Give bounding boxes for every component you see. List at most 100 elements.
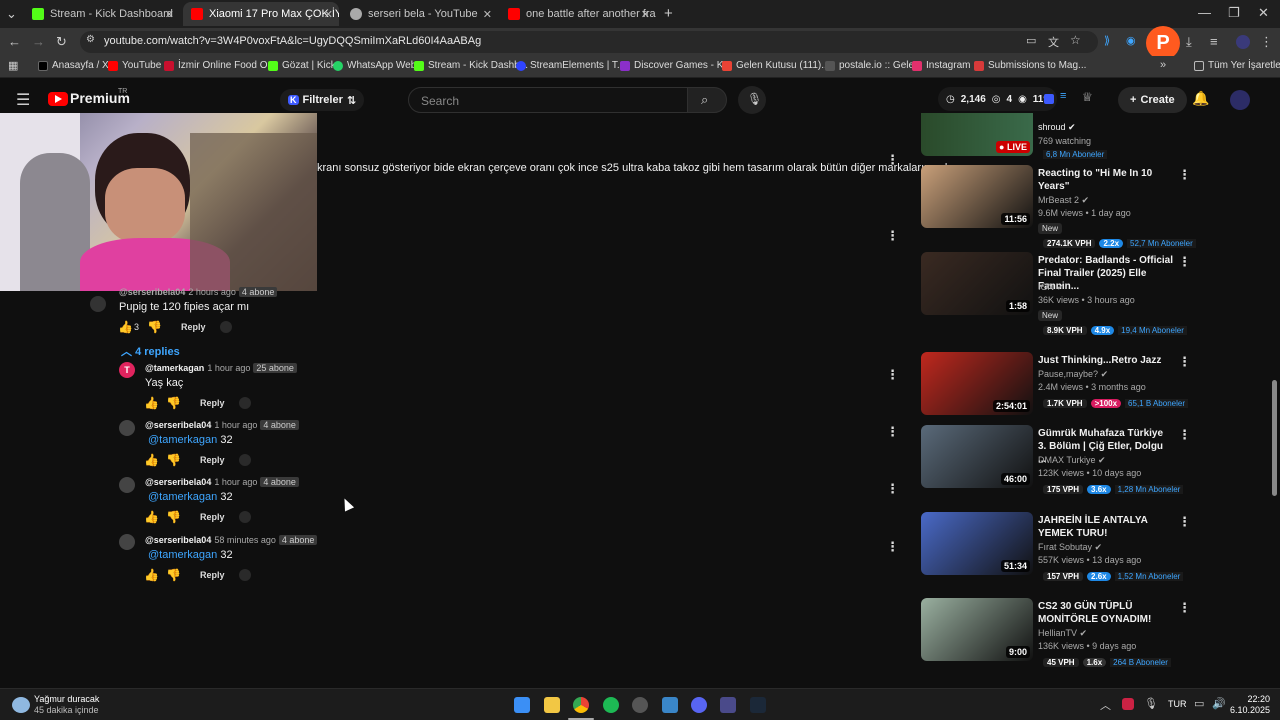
heart-icon[interactable] xyxy=(219,321,232,333)
forward-icon[interactable]: → xyxy=(32,34,45,49)
handle[interactable]: @serseribela04 xyxy=(145,420,211,430)
more-actions-icon[interactable]: ⋮ xyxy=(1178,254,1191,270)
bookmark-item[interactable]: StreamElements | T... xyxy=(516,60,625,71)
window-close-icon[interactable]: ✕ xyxy=(1258,5,1269,21)
minimize-icon[interactable]: — xyxy=(1198,5,1211,20)
translate-icon[interactable]: 文 xyxy=(1048,34,1059,50)
heart-icon[interactable] xyxy=(238,397,251,409)
video-thumbnail[interactable]: 11:56 xyxy=(921,165,1033,228)
video-title[interactable]: JAHREİN İLE ANTALYA YEMEK TURU! xyxy=(1038,514,1174,540)
video-title[interactable]: Reacting to "Hi Me In 10 Years" xyxy=(1038,167,1174,193)
like-icon[interactable]: 👍 xyxy=(144,453,159,467)
bookmark-item[interactable]: Gelen Kutusu (111)... xyxy=(722,60,830,71)
bookmark-item[interactable]: WhatsApp Web xyxy=(333,60,416,71)
search-input[interactable]: Search xyxy=(408,87,688,113)
avatar[interactable] xyxy=(1230,90,1250,110)
create-button[interactable]: + Create xyxy=(1118,87,1187,113)
volume-icon[interactable]: 🔊 xyxy=(1212,697,1226,710)
video-title[interactable]: Just Thinking...Retro Jazz xyxy=(1038,354,1174,367)
maximize-icon[interactable]: ❐ xyxy=(1228,5,1240,21)
url-text[interactable]: youtube.com/watch?v=3W4P0voxFtA&lc=UgyDQ… xyxy=(104,35,481,47)
extension-icon[interactable] xyxy=(1044,94,1054,104)
more-actions-icon[interactable]: ⋮ xyxy=(886,228,899,244)
like-icon[interactable]: 👍 xyxy=(118,320,133,334)
more-actions-icon[interactable]: ⋮ xyxy=(886,367,899,383)
handle[interactable]: @serseribela04 xyxy=(145,535,211,545)
more-actions-icon[interactable]: ⋮ xyxy=(1178,600,1191,616)
video-thumbnail[interactable]: 46:00 xyxy=(921,425,1033,488)
more-actions-icon[interactable]: ⋮ xyxy=(1178,514,1191,530)
like-icon[interactable]: 👍 xyxy=(144,510,159,524)
close-icon[interactable]: ✕ xyxy=(165,8,174,21)
channel-label[interactable]: Fırat Sobutay xyxy=(1038,542,1092,552)
tab-serseri-bela[interactable]: serseri bela - YouTube ✕ xyxy=(342,2,498,26)
tab-one-battle[interactable]: one battle after another fragma ✕ xyxy=(500,2,656,26)
avatar[interactable] xyxy=(1236,35,1250,49)
app-icon[interactable] xyxy=(720,697,736,713)
chevron-up-icon[interactable]: ︿ xyxy=(1100,697,1111,713)
comment-time[interactable]: 1 hour ago xyxy=(214,420,257,430)
channel-label[interactable]: DMAX Turkiye xyxy=(1038,455,1096,465)
back-icon[interactable]: ← xyxy=(8,34,21,49)
dislike-icon[interactable]: 👎 xyxy=(166,510,181,524)
weather-title[interactable]: Yağmur duracak xyxy=(34,694,99,704)
network-icon[interactable]: ▭ xyxy=(1194,697,1204,710)
comment-time[interactable]: 1 hour ago xyxy=(207,363,250,373)
mention-link[interactable]: @tamerkagan xyxy=(148,491,217,503)
video-title[interactable]: CS2 30 GÜN TÜPLÜ MONİTÖRLE OYNADIM! xyxy=(1038,600,1174,626)
handle[interactable]: @tamerkagan xyxy=(145,363,204,373)
dislike-icon[interactable]: 👎 xyxy=(147,320,162,334)
clock-date[interactable]: 6.10.2025 xyxy=(1228,705,1270,715)
chevron-right-icon[interactable]: » xyxy=(1160,59,1166,71)
heart-icon[interactable] xyxy=(238,569,251,581)
hamburger-menu-icon[interactable]: ☰ xyxy=(16,90,30,110)
more-actions-icon[interactable]: ⋮ xyxy=(886,481,899,497)
bookmark-item[interactable]: Discover Games - K... xyxy=(620,60,732,71)
mention-link[interactable]: @tamerkagan xyxy=(148,549,217,561)
filter-button[interactable]: K Filtreler ⇅ xyxy=(280,89,365,111)
comment-author[interactable]: @tamerkagan 1 hour ago 25 abone xyxy=(145,363,297,373)
bookmark-item[interactable]: Instagram xyxy=(912,60,970,71)
microphone-icon[interactable]: 🎙 xyxy=(1144,697,1158,710)
bell-icon[interactable]: 🔔 xyxy=(1192,90,1209,107)
replies-toggle[interactable]: ︿ 4 replies xyxy=(121,343,180,359)
reload-icon[interactable]: ↻ xyxy=(56,34,67,50)
handle[interactable]: @serseribela04 xyxy=(119,287,185,297)
comment-time[interactable]: 58 minutes ago xyxy=(214,535,276,545)
bookmark-star-icon[interactable]: ☆ xyxy=(1070,33,1081,47)
bookmark-item[interactable]: YouTube xyxy=(108,60,161,71)
bookmark-item[interactable]: İzmir Online Food O... xyxy=(164,60,276,71)
language-indicator[interactable]: TUR xyxy=(1168,699,1187,709)
cast-icon[interactable]: ▭ xyxy=(1026,34,1036,47)
comment-time[interactable]: 1 hour ago xyxy=(214,477,257,487)
more-actions-icon[interactable]: ⋮ xyxy=(1178,427,1191,443)
channel-label[interactable]: HellianTV xyxy=(1038,628,1077,638)
channel-name[interactable]: IGN ✔ xyxy=(1038,282,1064,293)
new-tab-plus-icon[interactable]: + xyxy=(664,5,673,22)
reply-button[interactable]: Reply xyxy=(200,570,225,580)
more-actions-icon[interactable]: ⋮ xyxy=(1178,167,1191,183)
clock-time[interactable]: 22:20 xyxy=(1244,694,1270,704)
trophy-icon[interactable]: ♕ xyxy=(1082,90,1093,104)
weather-icon[interactable] xyxy=(12,697,30,713)
avatar[interactable] xyxy=(90,296,106,312)
media-icon[interactable]: ≡ xyxy=(1210,34,1218,49)
reply-button[interactable]: Reply xyxy=(181,322,206,332)
site-info-icon[interactable]: ⚙ xyxy=(86,34,95,45)
omnibox[interactable]: ⚙ youtube.com/watch?v=3W4P0voxFtA&lc=Ugy… xyxy=(80,31,1098,53)
chrome-icon[interactable] xyxy=(573,697,589,713)
bookmark-item[interactable]: Stream - Kick Dashb... xyxy=(414,60,528,71)
channel-name[interactable]: shroud ✔ xyxy=(1038,122,1076,133)
more-actions-icon[interactable]: ⋮ xyxy=(886,152,899,168)
channel-name[interactable]: Pause,maybe? ✔ xyxy=(1038,369,1108,380)
apps-grid-icon[interactable]: ▦ xyxy=(8,59,18,72)
discord-icon[interactable] xyxy=(691,697,707,713)
list-icon[interactable]: ≡ xyxy=(1060,90,1066,102)
mention-link[interactable]: @tamerkagan xyxy=(148,434,217,446)
spotify-icon[interactable] xyxy=(603,697,619,713)
dislike-icon[interactable]: 👎 xyxy=(166,568,181,582)
dislike-icon[interactable]: 👎 xyxy=(166,396,181,410)
scrollbar-thumb[interactable] xyxy=(1272,380,1277,496)
search-button[interactable]: ⌕ xyxy=(687,87,727,113)
handle[interactable]: @serseribela04 xyxy=(145,477,211,487)
